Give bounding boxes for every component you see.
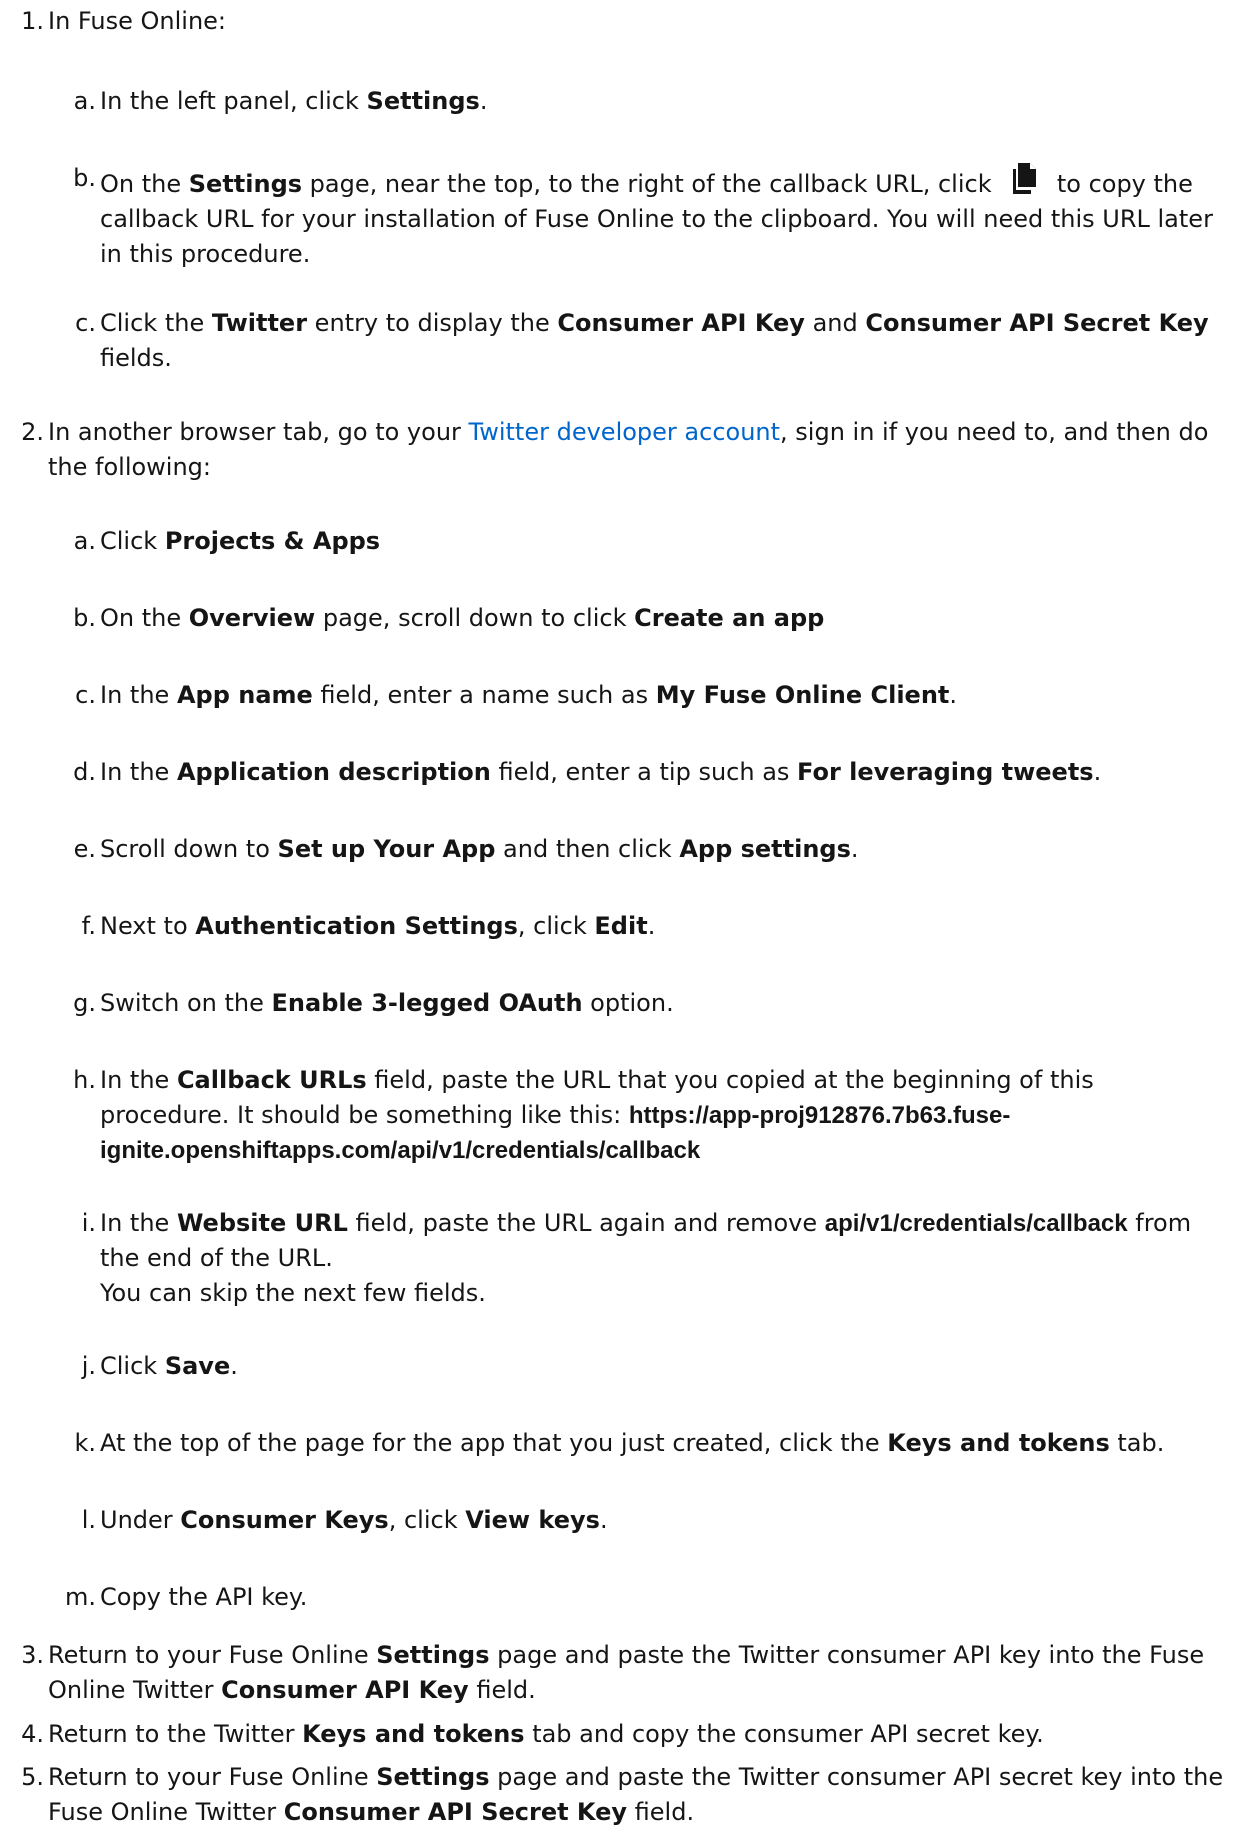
text: . xyxy=(479,87,488,115)
text: In the left panel, click xyxy=(100,87,367,115)
ui-term: View keys xyxy=(465,1506,600,1534)
ui-term: Create an app xyxy=(634,604,825,632)
text: . xyxy=(850,835,859,863)
text: Next to xyxy=(100,912,196,940)
text: . xyxy=(1093,758,1102,786)
step-number: 1. xyxy=(21,7,44,35)
step-number: 4. xyxy=(21,1720,44,1748)
url-path-code: api/v1/credentials/callback xyxy=(824,1210,1128,1237)
text: . xyxy=(949,681,958,709)
substep-letter: e. xyxy=(73,835,96,863)
substep-letter: l. xyxy=(81,1506,96,1534)
ui-term: Callback URLs xyxy=(176,1066,367,1094)
text: Return to your Fuse Online xyxy=(48,1641,377,1669)
substep-letter: k. xyxy=(74,1429,96,1457)
text: In the xyxy=(100,681,177,709)
text: In the xyxy=(100,1209,177,1237)
text: , click xyxy=(517,912,595,940)
text: field. xyxy=(627,1798,695,1826)
text: At the top of the page for the app that … xyxy=(100,1429,888,1457)
ui-term: For leveraging tweets xyxy=(797,758,1094,786)
ui-term: Enable 3-legged OAuth xyxy=(271,989,583,1017)
substep-letter: g. xyxy=(73,989,96,1017)
text: . xyxy=(599,1506,608,1534)
text: . xyxy=(647,912,656,940)
text: Click xyxy=(100,527,165,555)
text: fields. xyxy=(100,344,172,372)
text: and then click xyxy=(495,835,680,863)
text: On the xyxy=(100,170,189,198)
ui-term: Settings xyxy=(376,1763,490,1791)
substep-letter: d. xyxy=(73,758,96,786)
ui-term: My Fuse Online Client xyxy=(655,681,950,709)
substep-letter: f. xyxy=(81,912,96,940)
ui-term: Set up Your App xyxy=(277,835,496,863)
text: option. xyxy=(582,989,674,1017)
substep-letter: a. xyxy=(73,527,96,555)
substep-letter: a. xyxy=(73,87,96,115)
ui-term: Consumer API Secret Key xyxy=(283,1798,628,1826)
copy-icon xyxy=(1011,161,1039,196)
step-number: 3. xyxy=(21,1641,44,1669)
substep-letter: h. xyxy=(73,1066,96,1094)
text: You can skip the next few fields. xyxy=(100,1279,486,1307)
text: , click xyxy=(388,1506,466,1534)
step-number: 5. xyxy=(21,1763,44,1791)
ui-term: Consumer Keys xyxy=(180,1506,389,1534)
text: field, enter a name such as xyxy=(312,681,656,709)
text: . xyxy=(230,1352,238,1380)
substep-letter: b. xyxy=(73,604,96,632)
ui-term: Consumer API Key xyxy=(221,1676,469,1704)
substep-letter: c. xyxy=(75,681,96,709)
ui-term: Settings xyxy=(376,1641,490,1669)
ui-term: Authentication Settings xyxy=(195,912,518,940)
text: Scroll down to xyxy=(100,835,278,863)
ui-term: Twitter xyxy=(211,309,308,337)
text: and xyxy=(804,309,866,337)
twitter-developer-account-link[interactable]: Twitter developer account xyxy=(469,418,781,446)
ui-term: Edit xyxy=(594,912,648,940)
ui-term: Save xyxy=(164,1352,231,1380)
ui-term: Consumer API Key xyxy=(557,309,805,337)
substep-letter: j. xyxy=(81,1352,96,1380)
step-text: In Fuse Online: xyxy=(48,7,227,35)
text: Return to the Twitter xyxy=(48,1720,303,1748)
ui-term: Consumer API Secret Key xyxy=(865,309,1209,337)
ui-term: Projects & Apps xyxy=(164,527,381,555)
text: tab. xyxy=(1109,1429,1165,1457)
text: In another browser tab, go to your xyxy=(48,418,469,446)
text: In the xyxy=(100,758,177,786)
text: page, scroll down to click xyxy=(315,604,635,632)
ui-term: Overview xyxy=(188,604,316,632)
ui-term: Application description xyxy=(176,758,491,786)
text: entry to display the xyxy=(307,309,558,337)
text: field. xyxy=(468,1676,536,1704)
text: Switch on the xyxy=(100,989,272,1017)
ui-term: App name xyxy=(176,681,313,709)
text: Under xyxy=(100,1506,181,1534)
ui-term: Settings xyxy=(366,87,480,115)
text: field, enter a tip such as xyxy=(490,758,798,786)
text: Click the xyxy=(100,309,212,337)
ui-term: Keys and tokens xyxy=(887,1429,1110,1457)
ui-term: Website URL xyxy=(176,1209,348,1237)
text: tab and copy the consumer API secret key… xyxy=(524,1720,1044,1748)
text: In the xyxy=(100,1066,177,1094)
step-number: 2. xyxy=(21,418,44,446)
text: Return to your Fuse Online xyxy=(48,1763,377,1791)
procedure-document: 1. In Fuse Online: a. In the left panel,… xyxy=(0,0,1256,1826)
text: Click xyxy=(100,1352,165,1380)
substep-letter: b. xyxy=(73,164,96,192)
text: On the xyxy=(100,604,189,632)
substep-letter: m. xyxy=(64,1583,96,1611)
text: Copy the API key. xyxy=(100,1583,308,1611)
ui-term: Settings xyxy=(188,170,303,198)
substep-letter: c. xyxy=(75,309,96,337)
ui-term: App settings xyxy=(679,835,851,863)
text: field, paste the URL again and remove xyxy=(347,1209,825,1237)
ui-term: Keys and tokens xyxy=(302,1720,525,1748)
substep-letter: i. xyxy=(81,1209,96,1237)
text: page, near the top, to the right of the … xyxy=(302,170,1000,198)
